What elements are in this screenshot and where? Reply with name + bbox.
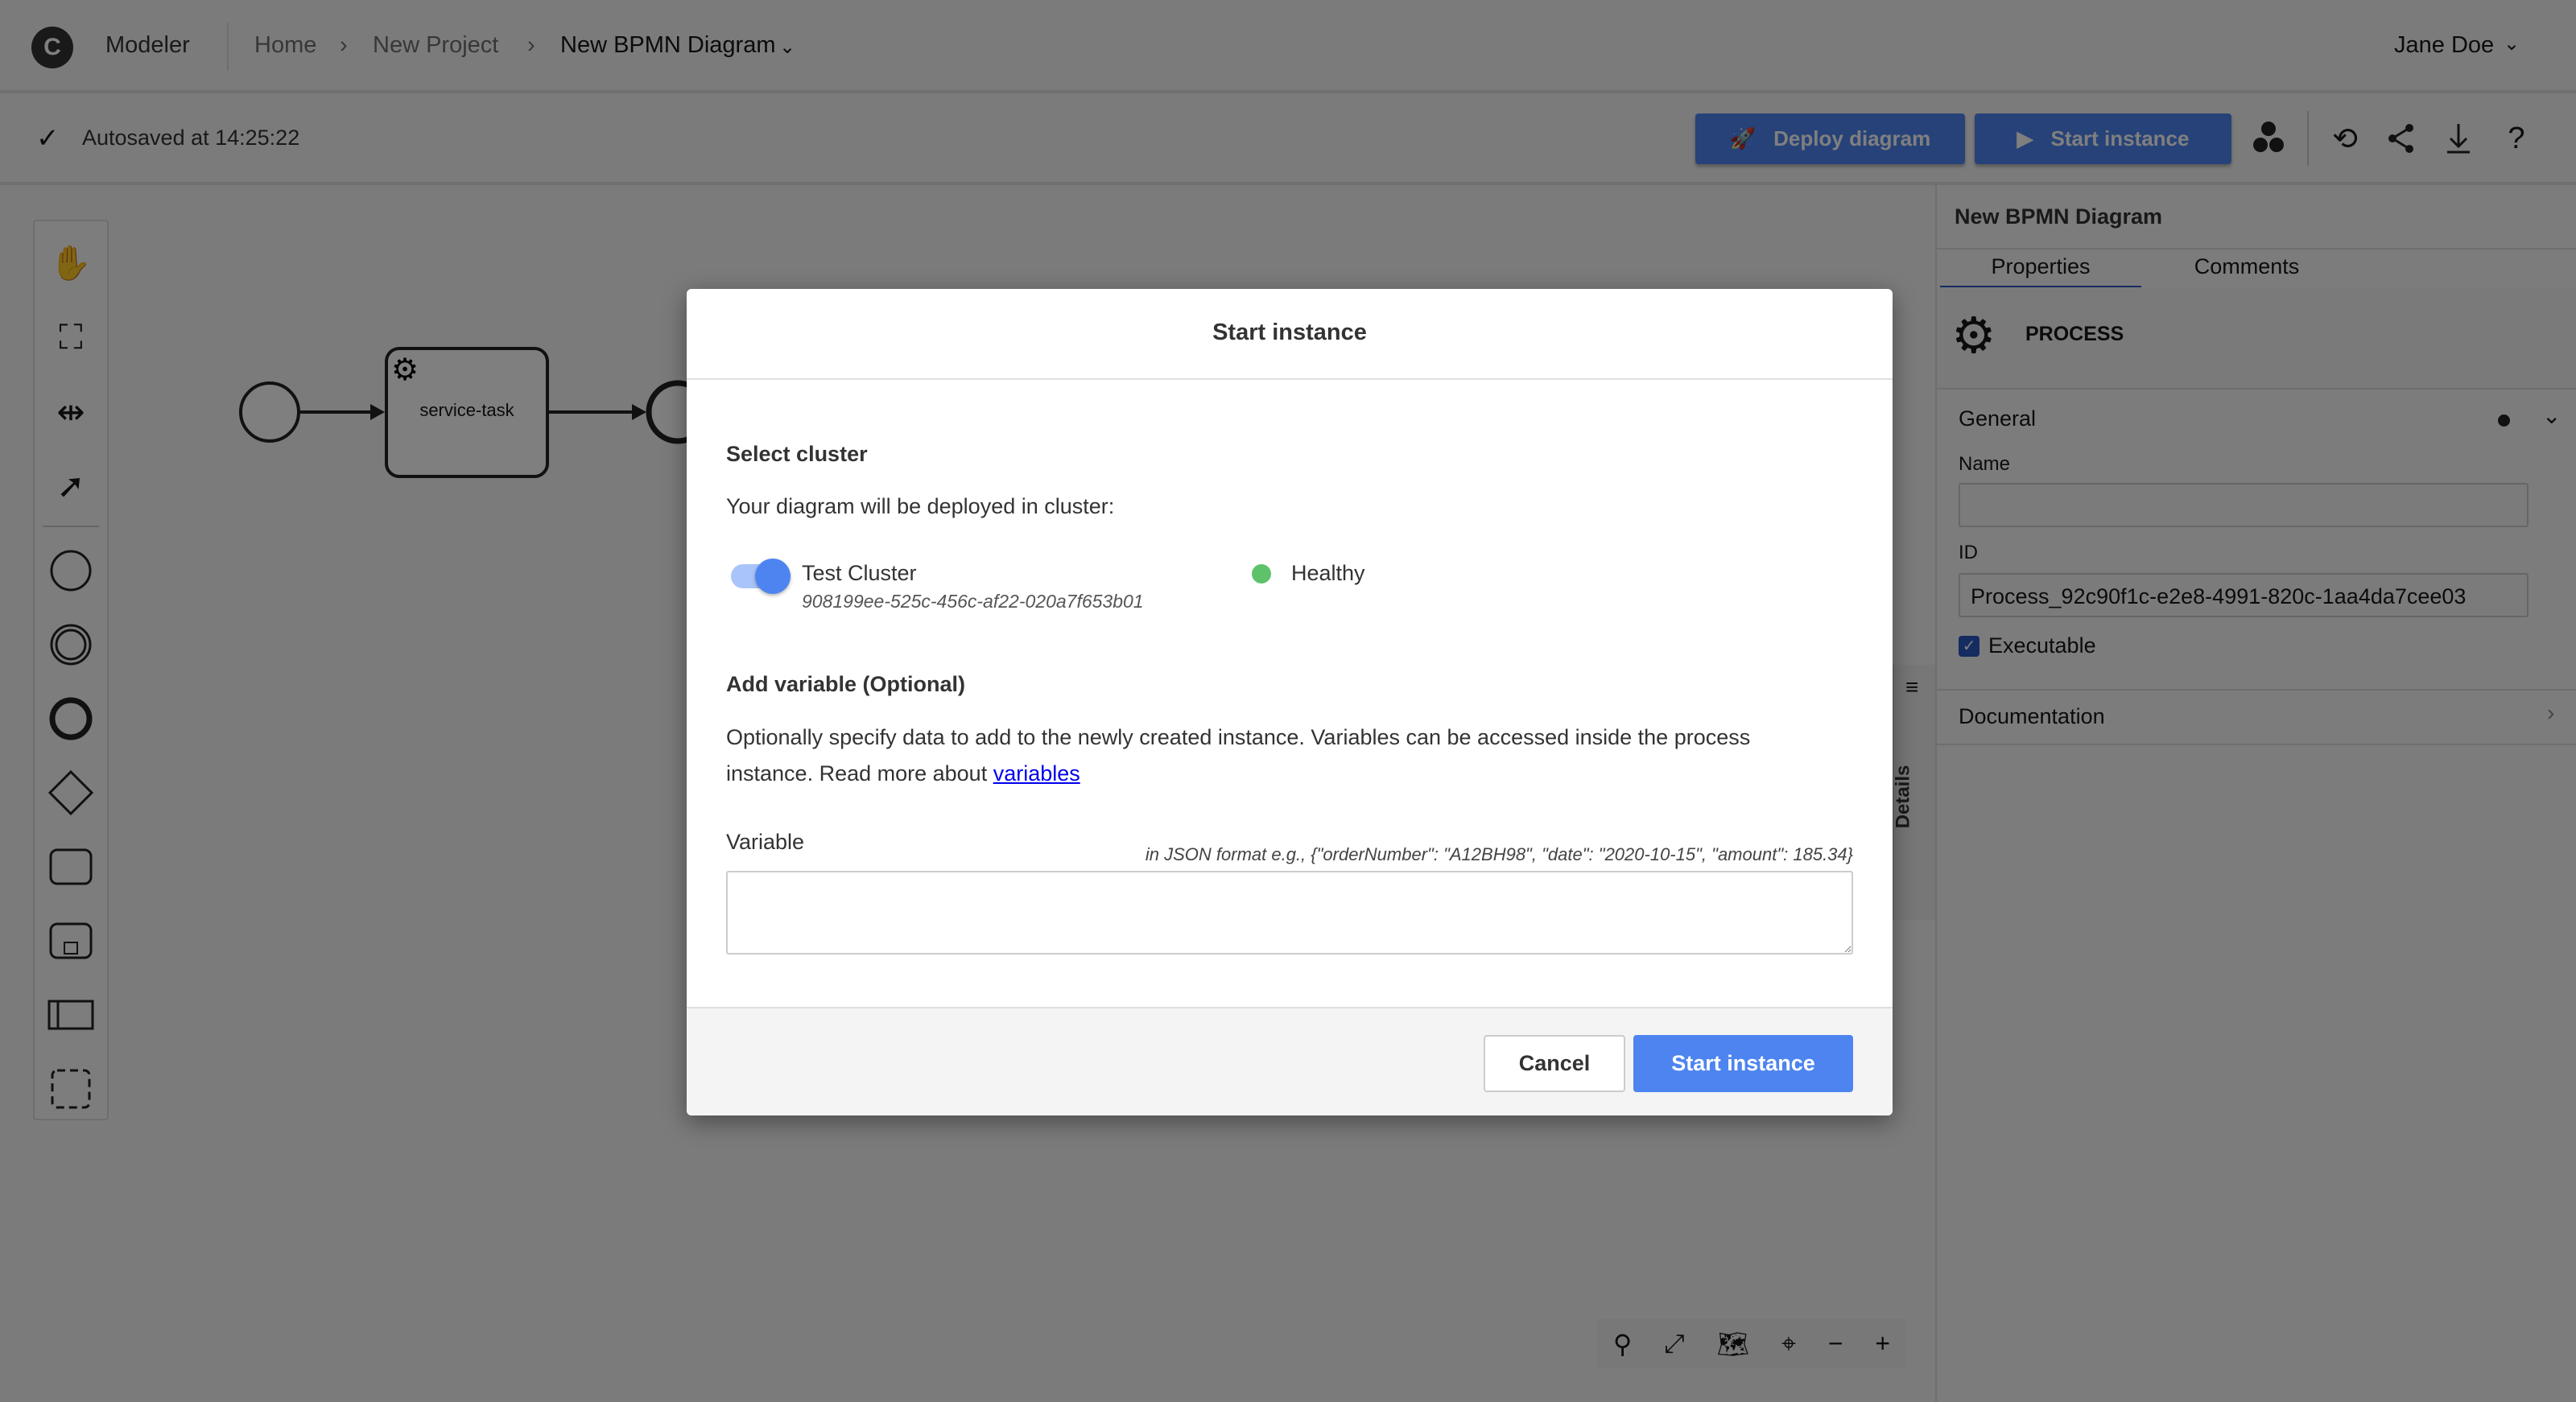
dialog-title: Start instance: [1212, 320, 1367, 345]
cluster-intro: Your diagram will be deployed in cluster…: [726, 494, 1115, 518]
variable-label: Variable: [726, 830, 805, 854]
cluster-id: 908199ee-525c-456c-af22-020a7f653b01: [802, 591, 1144, 612]
description-text: instance. Read more about: [726, 761, 993, 786]
divider: [687, 378, 1893, 380]
variable-textarea[interactable]: [726, 871, 1853, 955]
cluster-status: Healthy: [1291, 561, 1365, 585]
cancel-button[interactable]: Cancel: [1484, 1035, 1625, 1092]
dialog-footer: Cancel Start instance: [687, 1007, 1893, 1115]
start-instance-confirm-button[interactable]: Start instance: [1633, 1035, 1853, 1092]
select-cluster-heading: Select cluster: [726, 442, 868, 466]
variable-hint: in JSON format e.g., {"orderNumber": "A1…: [1145, 844, 1853, 864]
healthy-status-dot: [1252, 564, 1271, 583]
toggle-knob: [755, 559, 791, 594]
description-line-1: Optionally specify data to add to the ne…: [726, 725, 1751, 749]
variables-link[interactable]: variables: [993, 761, 1080, 786]
cluster-name: Test Cluster: [802, 561, 917, 585]
description-line-2: instance. Read more about variables: [726, 761, 1080, 786]
cluster-toggle[interactable]: [731, 559, 791, 594]
add-variable-heading: Add variable (Optional): [726, 672, 966, 696]
start-instance-dialog: Start instance Select cluster Your diagr…: [687, 289, 1893, 1115]
